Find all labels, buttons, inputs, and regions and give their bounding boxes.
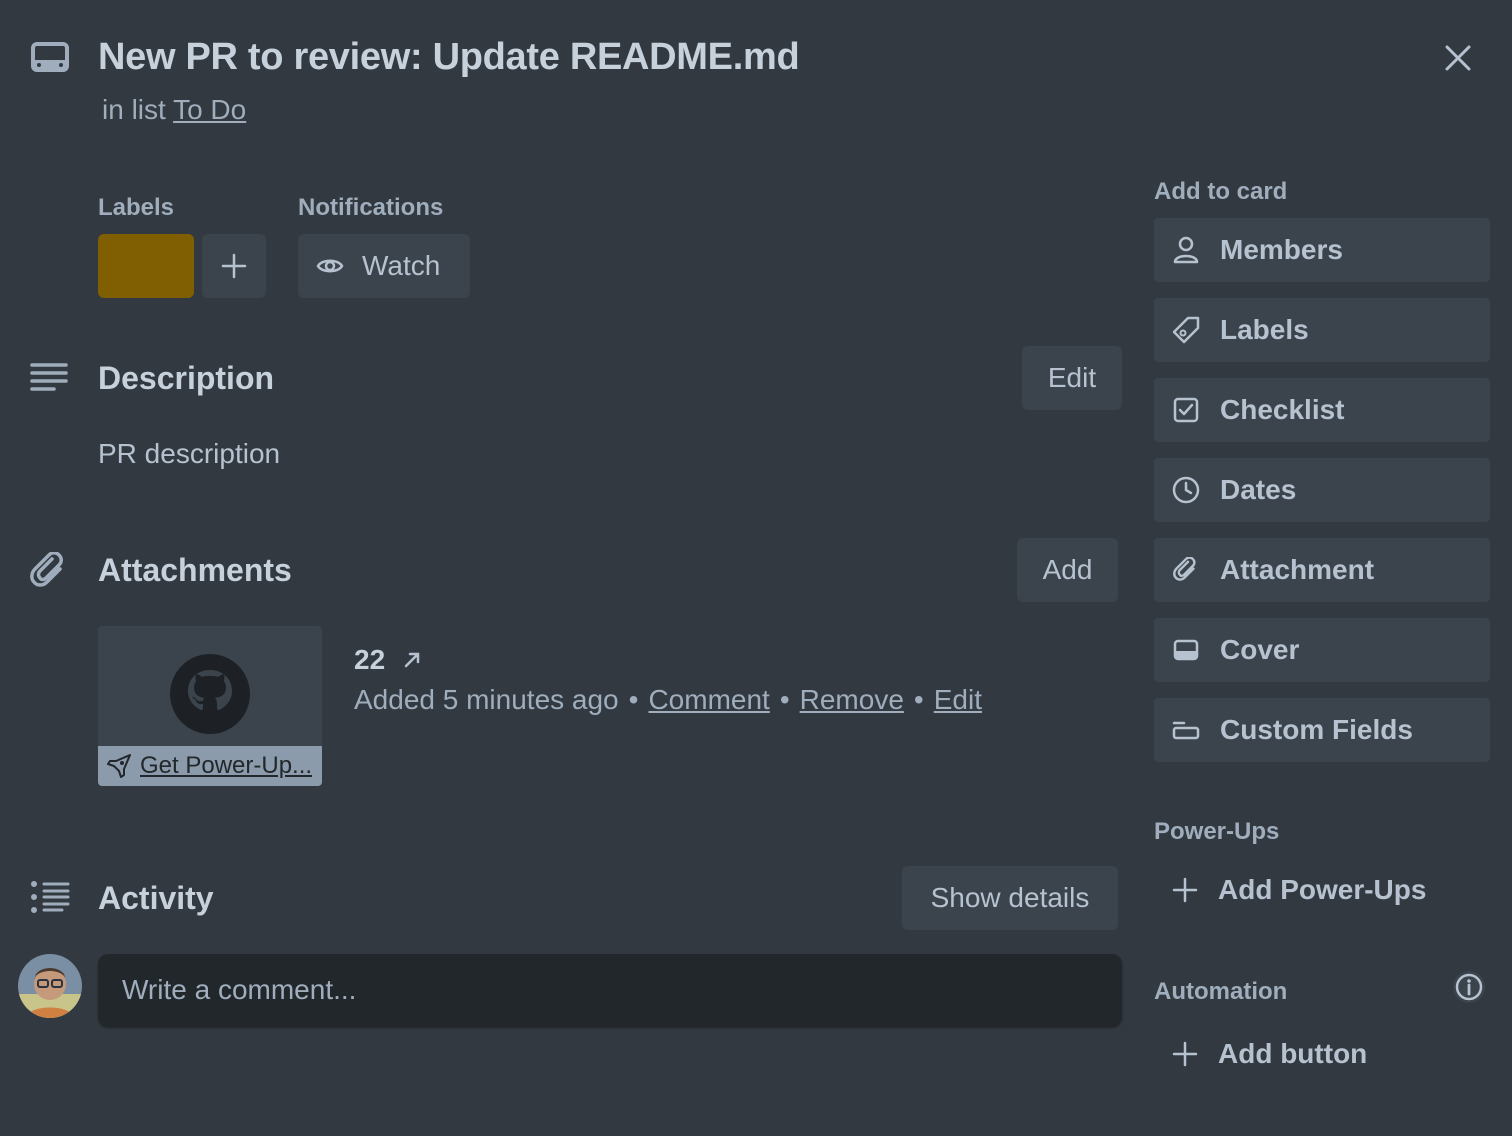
thumbnail-powerup-bar[interactable]: Get Power-Up... xyxy=(98,746,322,786)
description-icon xyxy=(30,362,68,394)
clock-icon xyxy=(1172,476,1200,504)
cover-icon xyxy=(1172,636,1200,664)
person-icon xyxy=(1172,236,1200,264)
tag-icon xyxy=(1172,316,1200,344)
power-ups-caption: Power-Ups xyxy=(1154,818,1280,845)
label-chip[interactable] xyxy=(98,234,194,298)
plus-icon xyxy=(221,253,247,279)
watch-button[interactable]: Watch xyxy=(298,234,470,298)
rocket-icon xyxy=(106,753,132,779)
close-icon xyxy=(1444,44,1472,72)
card-title[interactable]: New PR to review: Update README.md xyxy=(98,36,800,79)
list-link[interactable]: To Do xyxy=(173,94,246,125)
list-line: in list To Do xyxy=(102,94,246,126)
attachment-meta: Added 5 minutes ago • Comment • Remove • Edit xyxy=(354,684,982,716)
labels-button[interactable]: Labels xyxy=(1154,298,1490,362)
checklist-label: Checklist xyxy=(1220,394,1345,425)
labels-caption: Labels xyxy=(98,194,175,221)
attachment-thumbnail[interactable]: Get Power-Up... xyxy=(98,626,322,786)
paperclip-icon xyxy=(1172,556,1200,584)
comment-placeholder: Write a comment... xyxy=(122,974,357,1005)
automation-caption: Automation xyxy=(1154,978,1288,1005)
attachment-edit-link[interactable]: Edit xyxy=(934,684,982,715)
custom-fields-label: Custom Fields xyxy=(1220,714,1413,745)
comment-input[interactable]: Write a comment... xyxy=(98,954,1122,1026)
plus-icon xyxy=(1172,1041,1198,1067)
paperclip-icon xyxy=(30,552,68,590)
checklist-button[interactable]: Checklist xyxy=(1154,378,1490,442)
get-powerup-link[interactable]: Get Power-Up... xyxy=(140,752,312,780)
external-link-icon[interactable] xyxy=(403,651,421,669)
avatar[interactable] xyxy=(18,954,82,1018)
add-power-ups-label: Add Power-Ups xyxy=(1218,874,1427,905)
attachment-title[interactable]: 22 xyxy=(354,644,385,676)
members-button[interactable]: Members xyxy=(1154,218,1490,282)
description-text[interactable]: PR description xyxy=(98,438,280,470)
card-icon xyxy=(30,40,70,76)
attachment-button[interactable]: Attachment xyxy=(1154,538,1490,602)
add-automation-button[interactable]: Add button xyxy=(1154,1022,1490,1086)
checkbox-icon xyxy=(1172,396,1200,424)
attachment-remove-link[interactable]: Remove xyxy=(800,684,904,715)
attachment-comment-link[interactable]: Comment xyxy=(648,684,769,715)
separator-dot: • xyxy=(779,684,790,715)
attachment-add-button[interactable]: Add xyxy=(1017,538,1118,602)
custom-fields-button[interactable]: Custom Fields xyxy=(1154,698,1490,762)
separator-dot: • xyxy=(913,684,924,715)
separator-dot: • xyxy=(628,684,639,715)
info-icon[interactable] xyxy=(1450,968,1488,1006)
list-prefix: in list xyxy=(102,94,166,125)
notifications-caption: Notifications xyxy=(298,194,444,221)
description-title: Description xyxy=(98,360,275,396)
cover-label: Cover xyxy=(1220,634,1300,665)
add-to-card-caption: Add to card xyxy=(1154,178,1288,205)
dates-button[interactable]: Dates xyxy=(1154,458,1490,522)
github-icon xyxy=(168,652,252,736)
cover-button[interactable]: Cover xyxy=(1154,618,1490,682)
show-details-button[interactable]: Show details xyxy=(902,866,1118,930)
add-button-label: Add button xyxy=(1218,1038,1368,1069)
custom-fields-icon xyxy=(1172,716,1200,744)
add-power-ups-button[interactable]: Add Power-Ups xyxy=(1154,858,1490,922)
attachment-added-text: Added 5 minutes ago xyxy=(354,684,619,715)
watch-label: Watch xyxy=(362,250,441,281)
activity-title: Activity xyxy=(98,880,214,916)
attachments-title: Attachments xyxy=(98,552,292,588)
eye-icon xyxy=(316,256,344,276)
dates-label: Dates xyxy=(1220,474,1297,505)
activity-icon xyxy=(30,880,70,914)
description-edit-button[interactable]: Edit xyxy=(1022,346,1122,410)
labels-label: Labels xyxy=(1220,314,1309,345)
members-label: Members xyxy=(1220,234,1343,265)
plus-icon xyxy=(1172,877,1198,903)
close-button[interactable] xyxy=(1436,36,1480,80)
attachment-name[interactable]: 22 xyxy=(354,644,421,676)
add-label-button[interactable] xyxy=(202,234,266,298)
attachment-label: Attachment xyxy=(1220,554,1375,585)
